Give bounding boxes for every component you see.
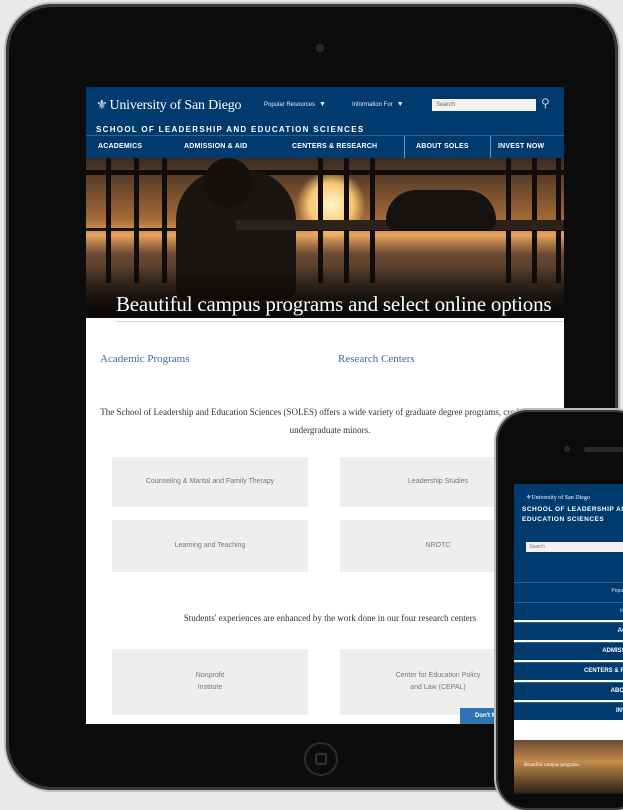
nav-centers-research[interactable]: CENTERS & RESEARCH — [292, 143, 377, 150]
phone-device: ⚜University of San Diego SCHOOL OF LEADE… — [496, 410, 623, 810]
phone-logo-text: University of San Diego — [531, 495, 590, 501]
phone-site-logo[interactable]: ⚜University of San Diego — [526, 494, 590, 501]
tablet-camera — [316, 44, 324, 52]
railing-post — [162, 158, 167, 283]
phone-school-line: SCHOOL OF LEADERSHIP AND — [522, 506, 623, 513]
railing-bar — [86, 170, 564, 175]
phone-hero-title: Beautiful campus programs — [524, 763, 580, 768]
phone-menu-information-for[interactable]: Information For — [514, 602, 623, 620]
search-input[interactable]: Search — [432, 99, 536, 111]
phone-school-line: EDUCATION SCIENCES — [522, 516, 605, 523]
intro-text: The School of Leadership and Education S… — [100, 407, 560, 435]
tablet-home-button[interactable] — [304, 742, 338, 776]
search-icon[interactable]: ⚲ — [541, 96, 550, 110]
research-intro-text: Students' experiences are enhanced by th… — [183, 613, 477, 623]
main-nav: ACADEMICS ADMISSION & AID CENTERS & RESE… — [86, 135, 564, 158]
research-card-line: and Law (CEPAL) — [410, 684, 466, 691]
seal-icon: ⚜ — [96, 97, 108, 112]
tablet-screen: ⚜ University of San Diego Popular Resourc… — [86, 87, 564, 724]
phone-search-input[interactable]: Search — [526, 542, 623, 552]
program-card-counseling[interactable]: Counseling & Marital and Family Therapy — [112, 457, 308, 507]
program-card-learning-teaching[interactable]: Learning and Teaching — [112, 520, 308, 572]
phone-menu-about[interactable]: ABOUT SOLES — [514, 682, 623, 700]
hero-title: Beautiful campus programs and select onl… — [116, 292, 552, 316]
phone-menu-popular-resources[interactable]: Popular Resources — [514, 582, 623, 600]
research-card-line: Nonprofit — [195, 672, 225, 679]
site-logo[interactable]: ⚜ University of San Diego — [96, 97, 242, 114]
information-for-dropdown[interactable]: Information For ▼ — [352, 101, 404, 108]
site-logo-text: University of San Diego — [109, 98, 242, 113]
research-card-nonprofit[interactable]: Nonprofit Institute — [112, 649, 308, 715]
information-for-label: Information For — [352, 102, 393, 108]
caret-down-icon: ▼ — [396, 101, 404, 108]
nav-invest-now[interactable]: INVEST NOW — [498, 143, 544, 150]
phone-menu-invest[interactable]: INVEST NOW — [514, 702, 623, 720]
hero-underline — [116, 321, 564, 322]
popular-resources-label: Popular Resources — [264, 102, 316, 108]
phone-menu-academics[interactable]: ACADEMICS — [514, 622, 623, 640]
phone-speaker — [584, 447, 623, 452]
railing-post — [106, 158, 111, 283]
site-header: ⚜ University of San Diego Popular Resourc… — [86, 87, 564, 135]
bag-silhouette — [386, 190, 496, 230]
tab-research-centers[interactable]: Research Centers — [338, 353, 415, 365]
student-head-silhouette — [204, 158, 252, 208]
railing-post — [134, 158, 139, 283]
nav-about-soles[interactable]: ABOUT SOLES — [416, 143, 469, 150]
nav-divider — [404, 136, 405, 158]
nav-divider — [490, 136, 491, 158]
phone-school-name: SCHOOL OF LEADERSHIP AND EDUCATION SCIEN… — [522, 505, 623, 525]
school-name: SCHOOL OF LEADERSHIP AND EDUCATION SCIEN… — [96, 125, 365, 134]
phone-screen: ⚜University of San Diego SCHOOL OF LEADE… — [514, 484, 623, 794]
research-card-line: Institute — [197, 684, 223, 691]
popular-resources-dropdown[interactable]: Popular Resources ▼ — [264, 101, 326, 108]
phone-camera — [564, 446, 570, 452]
caret-down-icon: ▼ — [319, 101, 326, 108]
nav-admission-aid[interactable]: ADMISSION & AID — [184, 143, 247, 150]
phone-menu-admission[interactable]: ADMISSION & AID — [514, 642, 623, 660]
tab-academic-programs[interactable]: Academic Programs — [100, 353, 190, 365]
research-card-line: Center for Education Policy — [395, 672, 481, 679]
nav-academics[interactable]: ACADEMICS — [98, 143, 142, 150]
phone-menu-centers[interactable]: CENTERS & RESEARCH — [514, 662, 623, 680]
